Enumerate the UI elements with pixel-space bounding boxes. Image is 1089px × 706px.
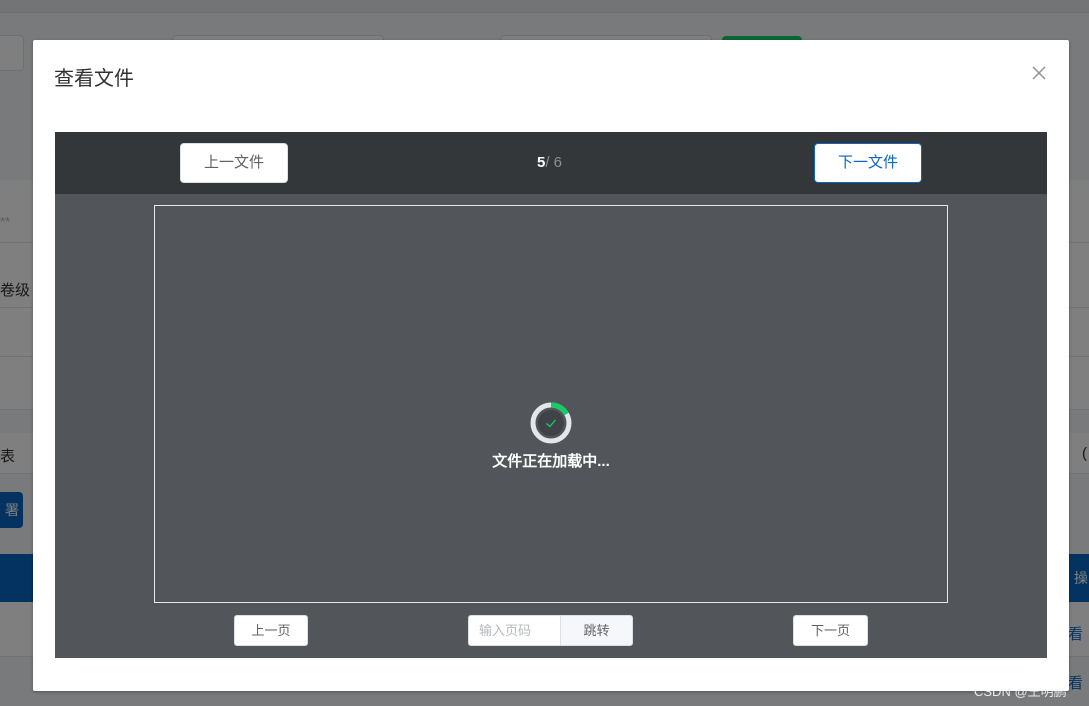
file-counter: 5/ 6: [537, 154, 562, 171]
dialog-title: 查看文件: [54, 68, 134, 90]
loading-message: 文件正在加载中...: [492, 453, 610, 470]
page-number-input[interactable]: [468, 615, 560, 646]
next-page-button[interactable]: 下一页: [793, 615, 868, 646]
next-file-button[interactable]: 下一文件: [814, 143, 922, 183]
file-viewer-dialog: 查看文件 上一文件 5/ 6 下一文件 文件正在加载中... 上一页 跳转: [33, 40, 1069, 691]
prev-page-button[interactable]: 上一页: [234, 615, 308, 646]
loading-spinner-icon: [528, 400, 574, 446]
prev-file-button[interactable]: 上一文件: [180, 143, 288, 183]
jump-button[interactable]: 跳转: [560, 615, 633, 646]
watermark: CSDN @王明鹏: [974, 684, 1067, 699]
total-files: / 6: [545, 154, 563, 171]
page-jump-group: 跳转: [468, 615, 633, 646]
file-viewer: 上一文件 5/ 6 下一文件 文件正在加载中... 上一页 跳转 下一页: [55, 132, 1047, 658]
file-navigation-bar: 上一文件 5/ 6 下一文件: [55, 132, 1047, 194]
close-icon[interactable]: [1028, 62, 1050, 84]
